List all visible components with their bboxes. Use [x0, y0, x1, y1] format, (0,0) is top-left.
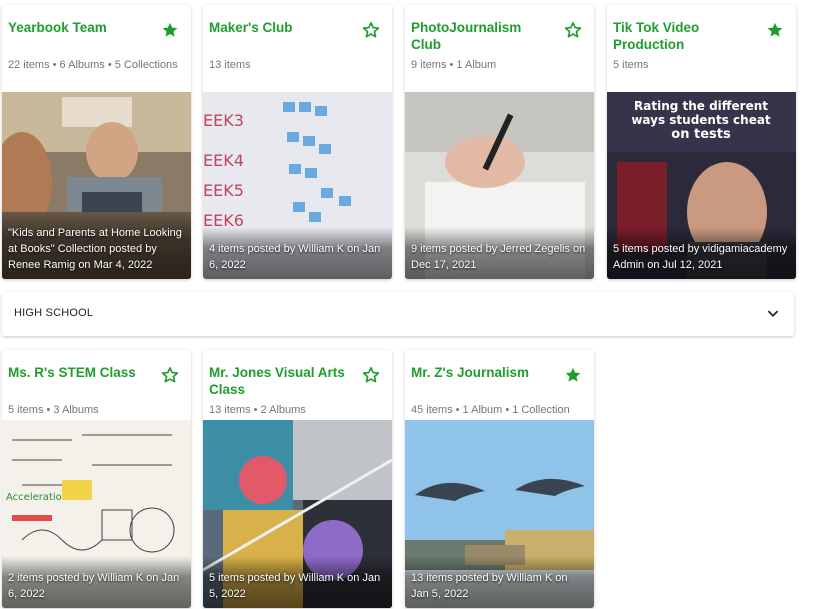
- card-thumbnail[interactable]: 13 items posted by William K on Jan 5, 2…: [405, 420, 594, 608]
- card-meta: 45 items • 1 Album • 1 Collection: [411, 404, 570, 416]
- card-title[interactable]: Yearbook Team: [8, 19, 148, 36]
- card-title[interactable]: Ms. R's STEM Class: [8, 364, 148, 381]
- card-makers-club[interactable]: Maker's Club 13 items EEK3 EEK4 EEK5 EEK6 …: [203, 5, 392, 279]
- card-caption: 5 items posted by vidigamiacademy Admin …: [607, 227, 796, 279]
- card-meta: 5 items • 3 Albums: [8, 404, 99, 416]
- card-caption: 4 items posted by William K on Jan 6, 20…: [203, 227, 392, 279]
- card-meta: 13 items: [209, 59, 251, 71]
- svg-text:EEK3: EEK3: [203, 111, 244, 130]
- card-thumbnail[interactable]: 9 items posted by Jerred Zegelis on Dec …: [405, 92, 594, 279]
- thumb-text-line: Rating the different: [634, 99, 768, 113]
- card-meta: 9 items • 1 Album: [411, 59, 497, 71]
- card-caption: "Kids and Parents at Home Looking at Boo…: [2, 211, 191, 279]
- star-filled-icon[interactable]: [766, 21, 784, 39]
- card-title[interactable]: PhotoJournalism Club: [411, 19, 551, 53]
- svg-text:EEK4: EEK4: [203, 151, 244, 170]
- card-thumbnail[interactable]: Rating the different ways students cheat…: [607, 92, 796, 279]
- star-outline-icon[interactable]: [362, 21, 380, 39]
- star-outline-icon[interactable]: [564, 21, 582, 39]
- card-thumbnail[interactable]: 5 items posted by William K on Jan 5, 20…: [203, 420, 392, 608]
- star-filled-icon[interactable]: [161, 21, 179, 39]
- card-caption: 5 items posted by William K on Jan 5, 20…: [203, 556, 392, 608]
- card-mr-zs-journalism[interactable]: Mr. Z's Journalism 45 items • 1 Album • …: [405, 350, 594, 608]
- card-caption: 13 items posted by William K on Jan 5, 2…: [405, 556, 594, 608]
- card-tiktok-video-production[interactable]: Tik Tok Video Production 5 items Rating …: [607, 5, 796, 279]
- card-thumbnail[interactable]: "Kids and Parents at Home Looking at Boo…: [2, 92, 191, 279]
- card-thumbnail[interactable]: Acceleration 2 items posted by William K…: [2, 420, 191, 608]
- card-meta: 13 items • 2 Albums: [209, 404, 306, 416]
- star-filled-icon[interactable]: [564, 366, 582, 384]
- thumb-text-line: ways students cheat: [631, 113, 771, 127]
- card-yearbook-team[interactable]: Yearbook Team 22 items • 6 Albums • 5 Co…: [2, 5, 191, 279]
- section-header-high-school[interactable]: HIGH SCHOOL: [2, 292, 794, 336]
- card-meta: 5 items: [613, 59, 649, 71]
- card-meta: 22 items • 6 Albums • 5 Collections: [8, 59, 178, 71]
- card-photojournalism-club[interactable]: PhotoJournalism Club 9 items • 1 Album 9…: [405, 5, 594, 279]
- card-ms-r-stem-class[interactable]: Ms. R's STEM Class 5 items • 3 Albums Ac…: [2, 350, 191, 608]
- card-title[interactable]: Mr. Z's Journalism: [411, 364, 551, 381]
- chevron-down-icon[interactable]: [766, 307, 780, 321]
- svg-text:Acceleration: Acceleration: [6, 492, 68, 503]
- svg-text:EEK5: EEK5: [203, 181, 244, 200]
- star-outline-icon[interactable]: [362, 366, 380, 384]
- card-title[interactable]: Maker's Club: [209, 19, 349, 36]
- card-caption: 2 items posted by William K on Jan 6, 20…: [2, 556, 191, 608]
- card-caption: 9 items posted by Jerred Zegelis on Dec …: [405, 227, 594, 279]
- section-label: HIGH SCHOOL: [14, 307, 94, 319]
- card-title[interactable]: Tik Tok Video Production: [613, 19, 753, 53]
- card-title[interactable]: Mr. Jones Visual Arts Class: [209, 364, 349, 398]
- card-mr-jones-visual-arts-class[interactable]: Mr. Jones Visual Arts Class 13 items • 2…: [203, 350, 392, 608]
- star-outline-icon[interactable]: [161, 366, 179, 384]
- card-thumbnail[interactable]: EEK3 EEK4 EEK5 EEK6 4 items posted by Will…: [203, 92, 392, 279]
- thumb-text-line: on tests: [671, 127, 731, 142]
